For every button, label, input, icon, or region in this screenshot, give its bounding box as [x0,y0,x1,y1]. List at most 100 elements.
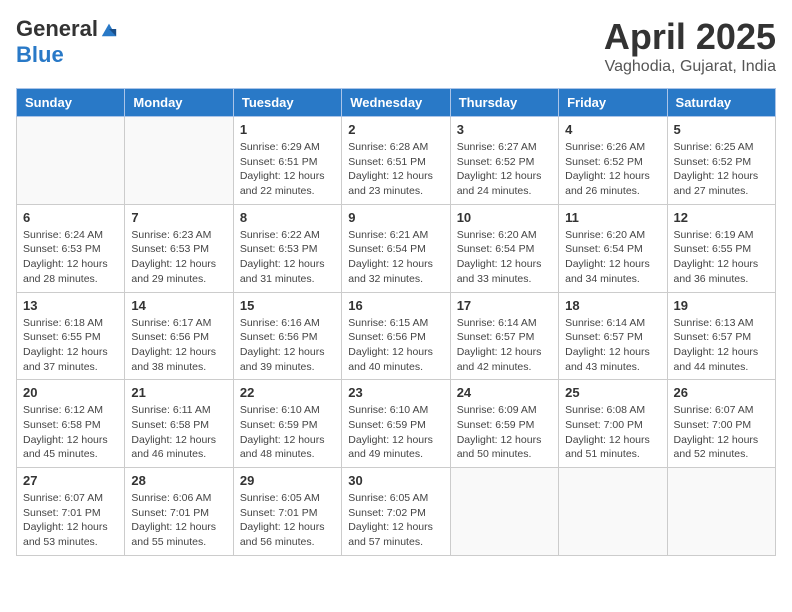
daylight-text: Daylight: 12 hours and 40 minutes. [348,345,443,374]
calendar-cell: 18Sunrise: 6:14 AMSunset: 6:57 PMDayligh… [559,292,667,380]
calendar-cell: 10Sunrise: 6:20 AMSunset: 6:54 PMDayligh… [450,204,558,292]
daylight-text: Daylight: 12 hours and 37 minutes. [23,345,118,374]
sunset-text: Sunset: 6:51 PM [240,155,335,170]
calendar-cell: 22Sunrise: 6:10 AMSunset: 6:59 PMDayligh… [233,380,341,468]
calendar-cell [667,468,775,556]
day-number: 3 [457,122,552,137]
day-info: Sunrise: 6:13 AMSunset: 6:57 PMDaylight:… [674,316,769,375]
daylight-text: Daylight: 12 hours and 49 minutes. [348,433,443,462]
sunrise-text: Sunrise: 6:12 AM [23,403,118,418]
day-number: 1 [240,122,335,137]
calendar-cell [450,468,558,556]
logo-blue: Blue [16,42,118,68]
day-number: 4 [565,122,660,137]
sunrise-text: Sunrise: 6:22 AM [240,228,335,243]
sunset-text: Sunset: 6:57 PM [674,330,769,345]
day-info: Sunrise: 6:19 AMSunset: 6:55 PMDaylight:… [674,228,769,287]
title-block: April 2025 Vaghodia, Gujarat, India [604,16,776,76]
daylight-text: Daylight: 12 hours and 52 minutes. [674,433,769,462]
logo-general: General [16,16,98,42]
sunset-text: Sunset: 6:56 PM [240,330,335,345]
daylight-text: Daylight: 12 hours and 53 minutes. [23,520,118,549]
sunset-text: Sunset: 7:01 PM [23,506,118,521]
daylight-text: Daylight: 12 hours and 23 minutes. [348,169,443,198]
daylight-text: Daylight: 12 hours and 27 minutes. [674,169,769,198]
daylight-text: Daylight: 12 hours and 57 minutes. [348,520,443,549]
sunset-text: Sunset: 6:52 PM [674,155,769,170]
day-info: Sunrise: 6:18 AMSunset: 6:55 PMDaylight:… [23,316,118,375]
calendar-cell: 5Sunrise: 6:25 AMSunset: 6:52 PMDaylight… [667,117,775,205]
day-info: Sunrise: 6:25 AMSunset: 6:52 PMDaylight:… [674,140,769,199]
day-number: 9 [348,210,443,225]
sunset-text: Sunset: 6:58 PM [23,418,118,433]
day-number: 20 [23,385,118,400]
day-info: Sunrise: 6:10 AMSunset: 6:59 PMDaylight:… [240,403,335,462]
sunrise-text: Sunrise: 6:07 AM [674,403,769,418]
day-info: Sunrise: 6:08 AMSunset: 7:00 PMDaylight:… [565,403,660,462]
calendar-cell [559,468,667,556]
week-row-5: 27Sunrise: 6:07 AMSunset: 7:01 PMDayligh… [17,468,776,556]
sunset-text: Sunset: 6:57 PM [457,330,552,345]
sunset-text: Sunset: 7:00 PM [674,418,769,433]
sunset-text: Sunset: 6:59 PM [348,418,443,433]
daylight-text: Daylight: 12 hours and 28 minutes. [23,257,118,286]
daylight-text: Daylight: 12 hours and 48 minutes. [240,433,335,462]
sunrise-text: Sunrise: 6:25 AM [674,140,769,155]
sunset-text: Sunset: 6:53 PM [23,242,118,257]
daylight-text: Daylight: 12 hours and 26 minutes. [565,169,660,198]
calendar-cell: 12Sunrise: 6:19 AMSunset: 6:55 PMDayligh… [667,204,775,292]
day-info: Sunrise: 6:05 AMSunset: 7:02 PMDaylight:… [348,491,443,550]
day-number: 24 [457,385,552,400]
sunset-text: Sunset: 6:53 PM [131,242,226,257]
col-header-saturday: Saturday [667,89,775,117]
day-number: 15 [240,298,335,313]
day-number: 19 [674,298,769,313]
day-number: 2 [348,122,443,137]
sunset-text: Sunset: 6:51 PM [348,155,443,170]
daylight-text: Daylight: 12 hours and 51 minutes. [565,433,660,462]
day-number: 7 [131,210,226,225]
daylight-text: Daylight: 12 hours and 38 minutes. [131,345,226,374]
day-number: 27 [23,473,118,488]
calendar-cell: 17Sunrise: 6:14 AMSunset: 6:57 PMDayligh… [450,292,558,380]
day-info: Sunrise: 6:10 AMSunset: 6:59 PMDaylight:… [348,403,443,462]
sunset-text: Sunset: 6:52 PM [457,155,552,170]
daylight-text: Daylight: 12 hours and 29 minutes. [131,257,226,286]
day-info: Sunrise: 6:20 AMSunset: 6:54 PMDaylight:… [457,228,552,287]
logo: General Blue [16,16,118,68]
week-row-3: 13Sunrise: 6:18 AMSunset: 6:55 PMDayligh… [17,292,776,380]
sunrise-text: Sunrise: 6:24 AM [23,228,118,243]
header-row: SundayMondayTuesdayWednesdayThursdayFrid… [17,89,776,117]
day-info: Sunrise: 6:06 AMSunset: 7:01 PMDaylight:… [131,491,226,550]
day-number: 25 [565,385,660,400]
day-info: Sunrise: 6:12 AMSunset: 6:58 PMDaylight:… [23,403,118,462]
day-number: 30 [348,473,443,488]
day-number: 26 [674,385,769,400]
sunrise-text: Sunrise: 6:20 AM [457,228,552,243]
day-number: 18 [565,298,660,313]
sunrise-text: Sunrise: 6:14 AM [457,316,552,331]
calendar-cell: 30 Sunrise: 6:05 AMSunset: 7:02 PMDayligh… [342,468,450,556]
sunset-text: Sunset: 6:55 PM [23,330,118,345]
sunset-text: Sunset: 6:55 PM [674,242,769,257]
sunrise-text: Sunrise: 6:13 AM [674,316,769,331]
week-row-1: 1Sunrise: 6:29 AMSunset: 6:51 PMDaylight… [17,117,776,205]
daylight-text: Daylight: 12 hours and 34 minutes. [565,257,660,286]
day-number: 8 [240,210,335,225]
sunrise-text: Sunrise: 6:28 AM [348,140,443,155]
sunset-text: Sunset: 6:58 PM [131,418,226,433]
daylight-text: Daylight: 12 hours and 22 minutes. [240,169,335,198]
calendar-cell: 23Sunrise: 6:10 AMSunset: 6:59 PMDayligh… [342,380,450,468]
day-info: Sunrise: 6:26 AMSunset: 6:52 PMDaylight:… [565,140,660,199]
calendar-cell: 28Sunrise: 6:06 AMSunset: 7:01 PMDayligh… [125,468,233,556]
daylight-text: Daylight: 12 hours and 24 minutes. [457,169,552,198]
sunset-text: Sunset: 6:54 PM [565,242,660,257]
sunset-text: Sunset: 6:59 PM [240,418,335,433]
calendar-cell: 4 Sunrise: 6:26 AMSunset: 6:52 PMDaylight… [559,117,667,205]
sunset-text: Sunset: 6:56 PM [131,330,226,345]
day-info: Sunrise: 6:16 AMSunset: 6:56 PMDaylight:… [240,316,335,375]
calendar-cell: 1Sunrise: 6:29 AMSunset: 6:51 PMDaylight… [233,117,341,205]
sunrise-text: Sunrise: 6:23 AM [131,228,226,243]
calendar-table: SundayMondayTuesdayWednesdayThursdayFrid… [16,88,776,556]
sunrise-text: Sunrise: 6:19 AM [674,228,769,243]
